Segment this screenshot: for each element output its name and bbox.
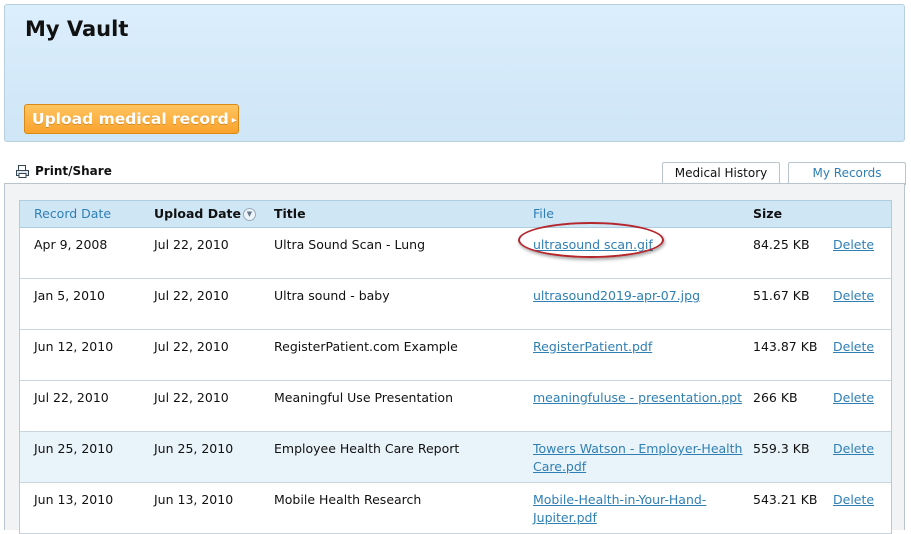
upload-medical-record-button[interactable]: Upload medical record ▸ bbox=[24, 104, 239, 134]
table-row: Jan 5, 2010 Jul 22, 2010 Ultra sound - b… bbox=[20, 279, 891, 330]
print-share-link[interactable]: Print/Share bbox=[16, 164, 112, 178]
column-header-upload-date[interactable]: Upload Date ▼ bbox=[154, 201, 256, 227]
delete-link[interactable]: Delete bbox=[833, 389, 874, 407]
delete-link[interactable]: Delete bbox=[833, 338, 874, 356]
table-row: Jun 25, 2010 Jun 25, 2010 Employee Healt… bbox=[20, 432, 891, 483]
record-date-cell: Jul 22, 2010 bbox=[34, 390, 109, 405]
file-link-continued[interactable]: Care.pdf bbox=[533, 459, 586, 474]
file-cell: RegisterPatient.pdf bbox=[533, 338, 652, 356]
upload-date-cell: Jun 13, 2010 bbox=[154, 492, 234, 507]
column-header-record-date[interactable]: Record Date bbox=[34, 201, 111, 227]
delete-link[interactable]: Delete bbox=[833, 491, 874, 509]
title-cell: Ultra sound - baby bbox=[274, 288, 390, 303]
title-cell: Mobile Health Research bbox=[274, 492, 422, 507]
table-header: Record Date Upload Date ▼ Title File Size bbox=[20, 201, 891, 228]
print-share-label: Print/Share bbox=[35, 164, 112, 178]
size-cell: 266 KB bbox=[753, 390, 798, 405]
upload-date-label: Upload Date bbox=[154, 206, 241, 221]
size-cell: 51.67 KB bbox=[753, 288, 810, 303]
vault-header: My Vault Upload medical record ▸ bbox=[4, 4, 905, 142]
upload-button-label: Upload medical record bbox=[32, 110, 229, 128]
file-link[interactable]: ultrasound2019-apr-07.jpg bbox=[533, 288, 700, 303]
file-link[interactable]: Towers Watson - Employer-Health bbox=[533, 441, 742, 456]
file-link[interactable]: meaningfuluse - presentation.ppt bbox=[533, 390, 742, 405]
title-cell: RegisterPatient.com Example bbox=[274, 339, 458, 354]
column-header-file[interactable]: File bbox=[533, 201, 554, 227]
records-table: Record Date Upload Date ▼ Title File Size… bbox=[19, 200, 892, 534]
record-date-cell: Jun 12, 2010 bbox=[34, 339, 114, 354]
column-header-size: Size bbox=[753, 206, 783, 221]
file-cell: Mobile-Health-in-Your-Hand- Jupiter.pdf bbox=[533, 491, 706, 527]
column-header-title: Title bbox=[274, 206, 306, 221]
record-date-cell: Apr 9, 2008 bbox=[34, 237, 108, 252]
record-date-cell: Jun 13, 2010 bbox=[34, 492, 114, 507]
file-link[interactable]: RegisterPatient.pdf bbox=[533, 339, 652, 354]
tab-my-records[interactable]: My Records bbox=[788, 162, 906, 185]
record-date-cell: Jun 25, 2010 bbox=[34, 441, 114, 456]
file-cell: meaningfuluse - presentation.ppt bbox=[533, 389, 742, 407]
table-row: Jun 12, 2010 Jul 22, 2010 RegisterPatien… bbox=[20, 330, 891, 381]
file-cell: Towers Watson - Employer-Health Care.pdf bbox=[533, 440, 742, 476]
size-cell: 543.21 KB bbox=[753, 492, 818, 507]
sort-descending-icon: ▼ bbox=[242, 208, 256, 221]
delete-link[interactable]: Delete bbox=[833, 440, 874, 458]
page-title: My Vault bbox=[25, 17, 129, 41]
table-row: Jul 22, 2010 Jul 22, 2010 Meaningful Use… bbox=[20, 381, 891, 432]
arrow-right-icon: ▸ bbox=[231, 115, 237, 126]
table-row: Jun 13, 2010 Jun 13, 2010 Mobile Health … bbox=[20, 483, 891, 534]
file-cell: ultrasound scan.gif bbox=[533, 236, 653, 254]
records-panel: Record Date Upload Date ▼ Title File Size… bbox=[4, 183, 905, 534]
size-cell: 559.3 KB bbox=[753, 441, 810, 456]
upload-date-cell: Jul 22, 2010 bbox=[154, 390, 229, 405]
upload-date-cell: Jul 22, 2010 bbox=[154, 237, 229, 252]
file-link[interactable]: Mobile-Health-in-Your-Hand- bbox=[533, 492, 706, 507]
print-icon bbox=[16, 164, 29, 178]
upload-date-cell: Jul 22, 2010 bbox=[154, 339, 229, 354]
title-cell: Meaningful Use Presentation bbox=[274, 390, 453, 405]
size-cell: 143.87 KB bbox=[753, 339, 818, 354]
upload-date-cell: Jul 22, 2010 bbox=[154, 288, 229, 303]
title-cell: Employee Health Care Report bbox=[274, 441, 460, 456]
tab-medical-history[interactable]: Medical History bbox=[662, 162, 780, 184]
record-date-cell: Jan 5, 2010 bbox=[34, 288, 105, 303]
file-cell: ultrasound2019-apr-07.jpg bbox=[533, 287, 700, 305]
file-link-continued[interactable]: Jupiter.pdf bbox=[533, 510, 597, 525]
file-link[interactable]: ultrasound scan.gif bbox=[533, 237, 653, 252]
title-cell: Ultra Sound Scan - Lung bbox=[274, 237, 426, 252]
delete-link[interactable]: Delete bbox=[833, 236, 874, 254]
table-row: Apr 9, 2008 Jul 22, 2010 Ultra Sound Sca… bbox=[20, 228, 891, 279]
upload-date-cell: Jun 25, 2010 bbox=[154, 441, 234, 456]
delete-link[interactable]: Delete bbox=[833, 287, 874, 305]
size-cell: 84.25 KB bbox=[753, 237, 810, 252]
